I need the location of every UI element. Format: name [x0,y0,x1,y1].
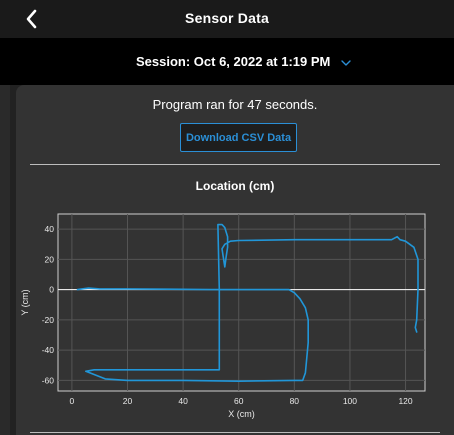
location-chart: 0 20 40 60 80 100 120 40 20 0 -20 -40 -60 X (cm) Y … [20,213,426,419]
sidebar-rail [0,85,10,435]
y-tick-label: -60 [42,375,55,385]
y-axis-label: Y (cm) [20,289,30,315]
session-panel: Program ran for 47 seconds. Download CSV… [16,85,454,435]
chevron-down-icon [341,59,351,66]
session-label: Session: Oct 6, 2022 at 1:19 PM [136,54,331,69]
x-tick-labels: 0 20 40 60 80 100 120 [70,396,413,406]
session-dropdown[interactable]: Session: Oct 6, 2022 at 1:19 PM [136,54,352,69]
app-header: Sensor Data [0,0,454,39]
x-tick-label: 60 [234,396,244,406]
y-tick-label: 20 [45,254,55,264]
x-tick-label: 40 [178,396,188,406]
y-tick-labels: 40 20 0 -20 -40 -60 [42,224,55,385]
page-title: Sensor Data [185,10,269,26]
x-tick-label: 120 [398,396,412,406]
y-tick-label: 0 [49,285,54,295]
x-tick-label: 80 [290,396,300,406]
x-tick-label: 100 [343,396,357,406]
session-bar: Session: Oct 6, 2022 at 1:19 PM [0,39,454,85]
y-tick-label: -40 [42,345,55,355]
x-tick-label: 20 [123,396,133,406]
y-tick-label: 40 [45,224,55,234]
x-tick-label: 0 [70,396,75,406]
divider-bottom [30,432,440,433]
x-axis-label: X (cm) [228,409,255,419]
y-tick-label: -20 [42,315,55,325]
